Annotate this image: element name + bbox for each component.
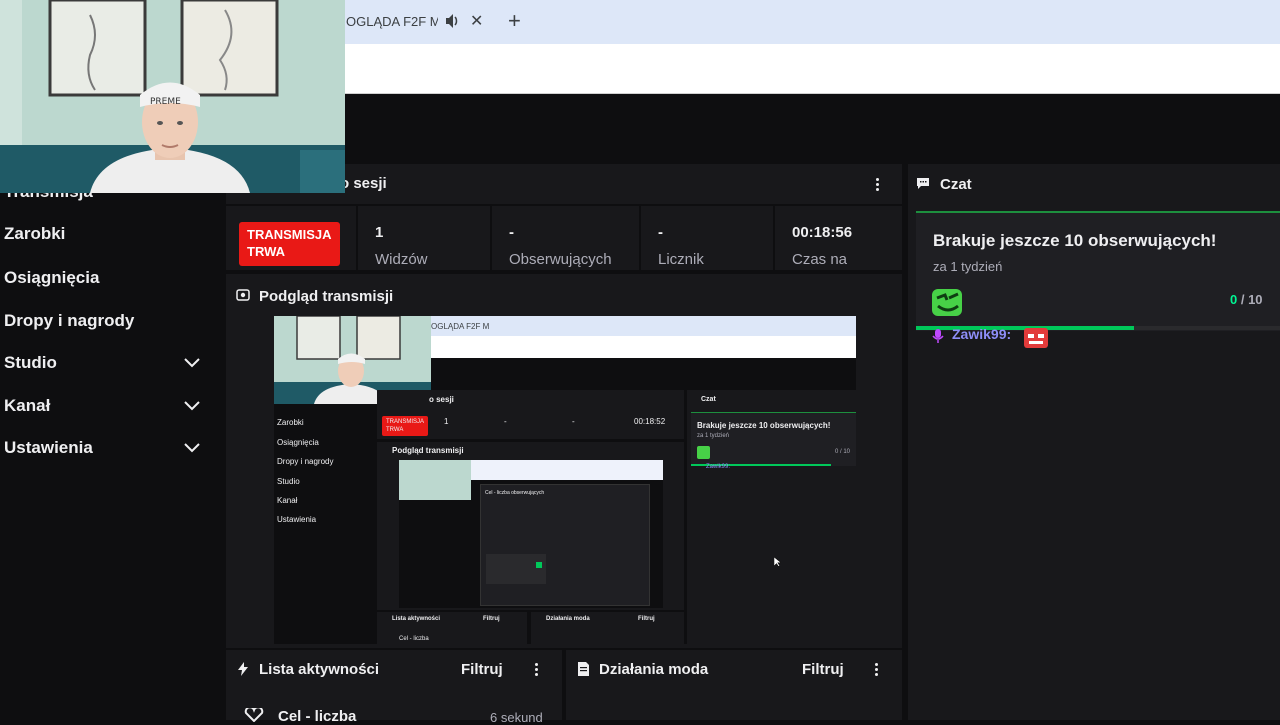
mini-goal-time: za 1 tydzień <box>697 433 730 439</box>
browser-tab-title[interactable]: OGLĄDA F2F M <box>346 14 438 29</box>
goal-time-remaining: za 1 tydzień <box>933 259 1003 274</box>
session-panel-title: o sesji <box>340 175 387 192</box>
stat-label: Widzów <box>375 251 428 268</box>
sidebar-item-dropy[interactable]: Dropy i nagrody <box>4 311 134 331</box>
stat-value: - <box>509 224 514 241</box>
panel-divider <box>226 204 902 206</box>
mini-sidebar-item: Dropy i nagrody <box>277 457 334 466</box>
mini-sidebar-item: Kanał <box>277 496 298 505</box>
mini-session-title: o sesji <box>429 395 454 404</box>
goal-counter: 0 / 10 <box>1230 292 1263 307</box>
sidebar-item-zarobki[interactable]: Zarobki <box>4 224 65 244</box>
microphone-badge-icon <box>932 329 944 343</box>
stat-value: 00:18:56 <box>792 224 853 241</box>
mini-activity-title: Lista aktywności <box>392 616 441 622</box>
sidebar-item-osiagniecia[interactable]: Osiągnięcia <box>4 268 99 288</box>
mod-actions-panel: Działania moda Filtruj <box>566 650 902 720</box>
stat-divider <box>773 206 775 270</box>
tab-close-icon[interactable]: ✕ <box>470 11 483 31</box>
webcam-image: PREME <box>0 0 345 193</box>
goal-title: Brakuje jeszcze 10 obserwujących! <box>933 231 1217 250</box>
live-status-badge: TRANSMISJA TRWA <box>239 222 340 266</box>
mini-filter: Filtruj <box>638 616 655 622</box>
chevron-down-icon[interactable] <box>184 401 200 411</box>
activity-panel-title: Lista aktywności <box>259 661 380 678</box>
more-options-icon[interactable] <box>535 663 539 678</box>
preview-panel-title: Podgląd transmisji <box>259 288 394 305</box>
goal-mascot-icon <box>932 289 962 316</box>
mini-nested-webcam <box>399 460 471 500</box>
mini-dialog <box>480 484 650 606</box>
stat-followers: - Obserwujących <box>509 224 639 270</box>
stat-label: Licznik <box>658 251 704 268</box>
stat-value: - <box>658 224 663 241</box>
chevron-down-icon[interactable] <box>184 443 200 453</box>
mod-panel-title: Działania moda <box>599 661 709 678</box>
mini-filter: Filtruj <box>483 616 500 622</box>
stat-label: Czas na <box>792 251 848 268</box>
chevron-down-icon[interactable] <box>184 358 200 368</box>
creator-sidebar: Transmisja Zarobki Osiągnięcia Dropy i n… <box>0 160 222 720</box>
stat-viewers: 1 Widzów <box>375 224 485 270</box>
mini-chat-title: Czat <box>701 396 716 403</box>
mini-sidebar-item: Zarobki <box>277 418 304 427</box>
document-icon <box>578 662 589 676</box>
chat-bubble-icon <box>917 178 929 189</box>
goal-total: / 10 <box>1237 292 1263 307</box>
stat-label: Obserwujących <box>509 251 612 268</box>
sidebar-item-studio[interactable]: Studio <box>4 353 57 373</box>
activity-item-label: Cel - liczba <box>278 708 357 725</box>
mini-stat: - <box>504 417 507 426</box>
camera-icon <box>236 289 250 301</box>
mini-goal-title: Brakuje jeszcze 10 obserwujących! <box>697 421 831 430</box>
more-options-icon[interactable] <box>876 178 880 193</box>
mini-mod-title: Działania moda <box>546 616 590 622</box>
stream-preview-video[interactable]: OGLĄDA F2F M Zarobki Osiągnięcia Dropy i… <box>274 316 856 644</box>
chat-message-username[interactable]: Zawik99: <box>952 326 1011 342</box>
mini-dialog-badge <box>536 562 542 568</box>
cursor-icon <box>774 557 782 567</box>
stat-divider <box>639 206 641 270</box>
stat-duration: 00:18:56 Czas na <box>792 224 900 270</box>
mini-stat: 00:18:52 <box>634 417 666 426</box>
emote-icon <box>1024 328 1048 348</box>
more-options-icon[interactable] <box>875 663 879 678</box>
stat-divider <box>490 206 492 270</box>
lightning-icon <box>238 662 248 676</box>
mini-sidebar-item: Osiągnięcia <box>277 438 319 447</box>
stat-counter: - Licznik <box>658 224 768 270</box>
activity-filter-button[interactable]: Filtruj <box>461 661 503 678</box>
svg-text:PREME: PREME <box>150 97 181 107</box>
mini-sidebar-item: Studio <box>277 477 300 486</box>
webcam-overlay: PREME <box>0 0 345 193</box>
mini-goal-icon <box>697 446 710 459</box>
mini-tab-title: OGLĄDA F2F M <box>431 322 490 331</box>
mod-filter-button[interactable]: Filtruj <box>802 661 844 678</box>
sidebar-item-ustawienia[interactable]: Ustawienia <box>4 438 93 458</box>
mini-dialog-card <box>486 554 546 584</box>
mini-chat-user: Zawik99: <box>706 464 731 470</box>
activity-item-time: 6 sekund <box>490 710 543 725</box>
stat-divider <box>356 206 358 270</box>
new-tab-button[interactable]: + <box>508 8 521 34</box>
mini-dialog-title: Cel - liczba obserwujących <box>485 490 545 496</box>
mini-sidebar-item: Ustawienia <box>277 515 317 524</box>
mini-preview-title: Podgląd transmisji <box>392 446 464 455</box>
stat-value: 1 <box>375 224 384 241</box>
mini-stat: 1 <box>444 417 449 426</box>
mini-goal-count: 0 / 10 <box>835 449 851 455</box>
activity-list-panel: Lista aktywności Filtruj Cel - liczba 6 … <box>226 650 562 725</box>
mini-live-text: TRANSMISJA TRWA <box>386 419 424 433</box>
mini-stat: - <box>572 417 575 426</box>
speaker-icon[interactable] <box>444 12 460 30</box>
mini-activity-item: Cel - liczba <box>399 636 429 642</box>
chat-panel-title: Czat <box>940 176 972 193</box>
sidebar-item-kanal[interactable]: Kanał <box>4 396 50 416</box>
